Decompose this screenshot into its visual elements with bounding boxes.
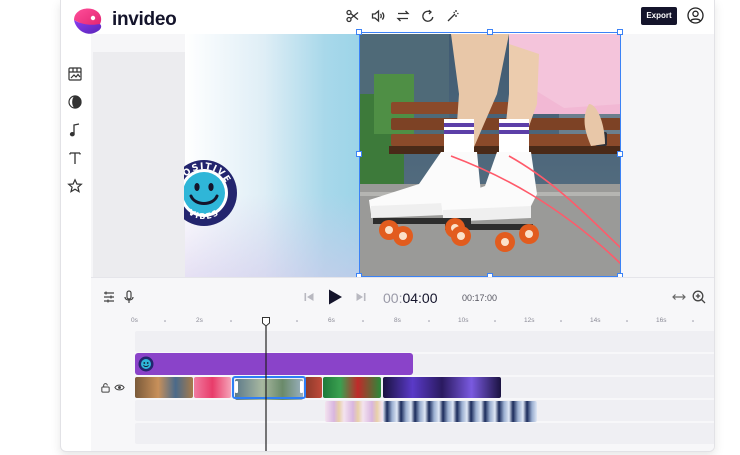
trim-handle-left[interactable] bbox=[235, 381, 238, 393]
sticker-thumbnail-icon bbox=[138, 356, 154, 372]
current-time: 00:04:00 bbox=[383, 290, 438, 306]
brand-name: invideo bbox=[112, 9, 177, 30]
ruler-label: 16s bbox=[656, 317, 667, 324]
playhead[interactable] bbox=[262, 317, 270, 451]
timeline-panel: 00:04:00 00:17:00 0s 2s 4s 6s 8s 10s 12s… bbox=[91, 277, 714, 451]
video-clip[interactable] bbox=[325, 401, 383, 422]
video-clip[interactable] bbox=[323, 377, 381, 398]
ruler-dot bbox=[692, 320, 694, 322]
ruler-dot bbox=[230, 320, 232, 322]
canvas-area[interactable]: POSITIVE VIBES bbox=[91, 29, 714, 279]
ruler-label: 10s bbox=[458, 317, 469, 324]
ruler-label: 14s bbox=[590, 317, 601, 324]
eye-icon[interactable] bbox=[114, 382, 125, 393]
volume-icon[interactable] bbox=[370, 8, 386, 24]
total-duration: 00:17:00 bbox=[462, 293, 498, 303]
star-icon[interactable] bbox=[67, 178, 83, 194]
play-icon[interactable] bbox=[325, 287, 345, 307]
ruler-label: 6s bbox=[328, 317, 335, 324]
sticker-clip[interactable] bbox=[135, 353, 413, 375]
media-library-icon[interactable] bbox=[67, 66, 83, 82]
video-clip[interactable] bbox=[194, 377, 231, 398]
header: invideo Export bbox=[61, 0, 714, 34]
video-clip[interactable] bbox=[383, 377, 501, 398]
track-controls bbox=[100, 382, 126, 394]
video-clip[interactable] bbox=[305, 377, 322, 398]
swap-icon[interactable] bbox=[395, 8, 411, 24]
ruler-dot bbox=[164, 320, 166, 322]
export-button[interactable]: Export bbox=[641, 7, 677, 25]
time-ruler[interactable]: 0s 2s 4s 6s 8s 10s 12s 14s 16s bbox=[91, 316, 714, 330]
trim-handle-right[interactable] bbox=[300, 381, 303, 393]
text-icon[interactable] bbox=[67, 150, 83, 166]
ruler-dot bbox=[362, 320, 364, 322]
rotate-icon[interactable] bbox=[420, 8, 436, 24]
skip-forward-icon[interactable] bbox=[353, 289, 369, 305]
ruler-dot bbox=[560, 320, 562, 322]
ruler-label: 2s bbox=[196, 317, 203, 324]
video-clip[interactable] bbox=[135, 377, 193, 398]
positive-vibes-sticker[interactable]: POSITIVE VIBES bbox=[158, 147, 251, 239]
ruler-label: 12s bbox=[524, 317, 535, 324]
current-time-value: 04:00 bbox=[402, 290, 438, 306]
microphone-icon[interactable] bbox=[121, 289, 137, 305]
side-toolbar bbox=[61, 34, 91, 277]
track-lane[interactable] bbox=[135, 331, 714, 352]
scissors-icon[interactable] bbox=[345, 8, 361, 24]
transport-bar: 00:04:00 00:17:00 bbox=[91, 278, 714, 316]
palette-icon[interactable] bbox=[67, 94, 83, 110]
ruler-dot bbox=[494, 320, 496, 322]
video-clip[interactable] bbox=[383, 401, 537, 422]
ruler-label: 0s bbox=[131, 317, 138, 324]
ruler-dot bbox=[428, 320, 430, 322]
fit-width-icon[interactable] bbox=[671, 289, 687, 305]
skip-back-icon[interactable] bbox=[301, 289, 317, 305]
ruler-dot bbox=[296, 320, 298, 322]
ruler-dot bbox=[626, 320, 628, 322]
track-lane[interactable] bbox=[135, 423, 714, 444]
user-circle-icon[interactable] bbox=[687, 7, 704, 24]
list-icon[interactable] bbox=[101, 289, 117, 305]
ruler-label: 8s bbox=[394, 317, 401, 324]
music-note-icon[interactable] bbox=[67, 122, 83, 138]
roller-skates-photo[interactable] bbox=[359, 34, 621, 277]
magic-wand-icon[interactable] bbox=[445, 8, 461, 24]
zoom-in-icon[interactable] bbox=[691, 289, 707, 305]
current-time-hours: 00: bbox=[383, 290, 403, 306]
editor-window: invideo Export POSITIVE VIBES 00:04:00 0… bbox=[60, 0, 715, 452]
lock-icon[interactable] bbox=[100, 382, 111, 393]
